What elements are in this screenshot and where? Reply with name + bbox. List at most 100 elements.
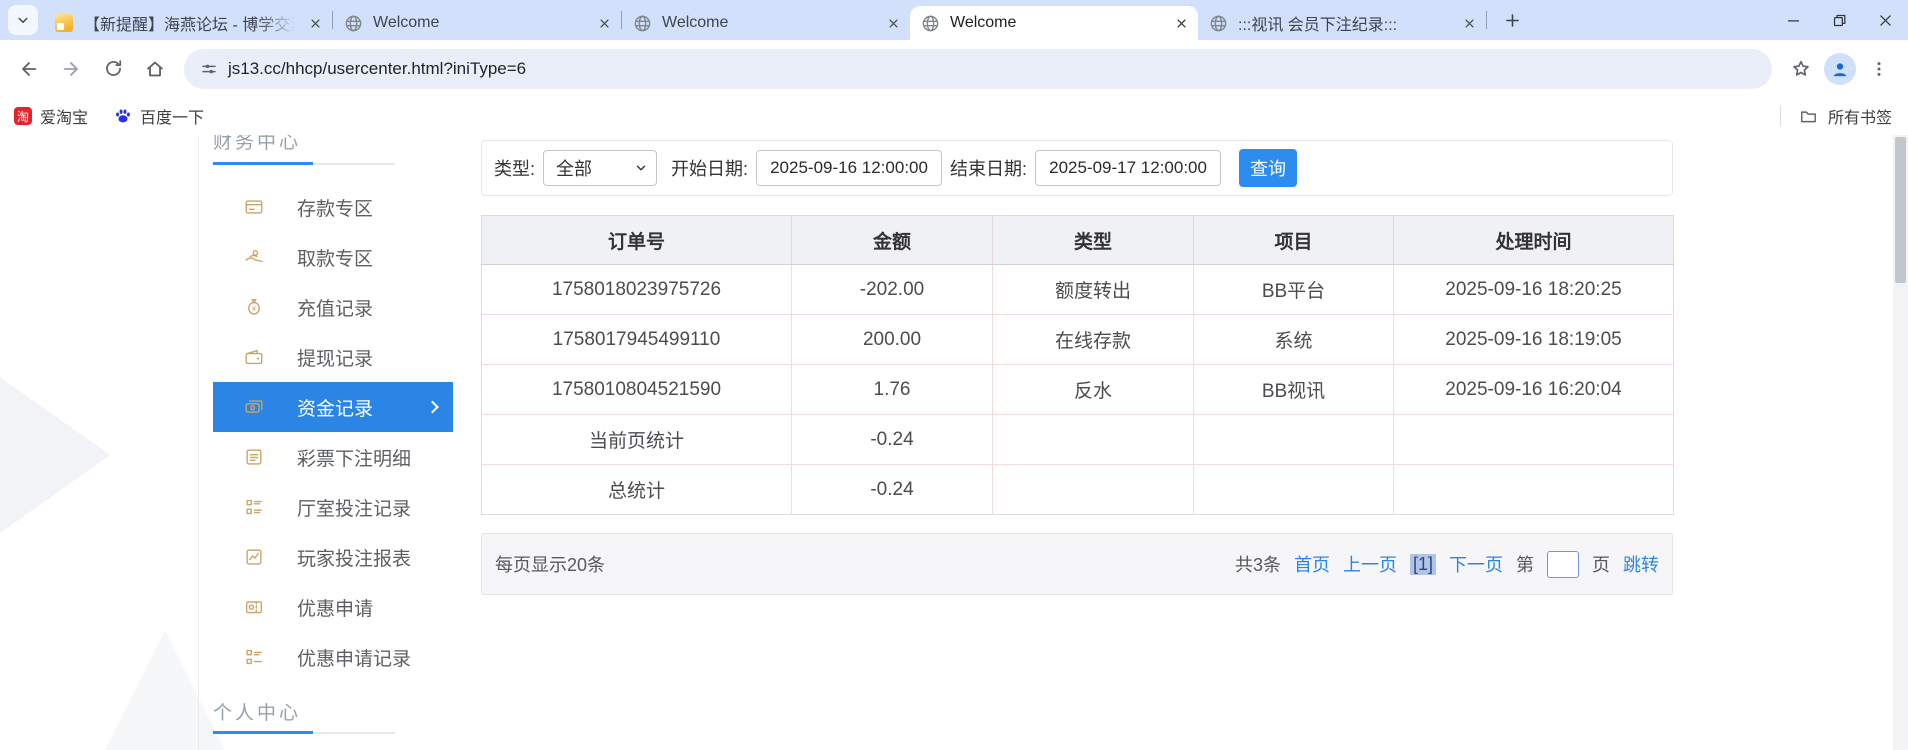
tab-title: Welcome [373, 14, 440, 31]
browser-tab-betting-record[interactable]: :::视讯 会员下注纪录::: [1198, 6, 1486, 40]
sidebar-item-promo-apply[interactable]: 优惠申请 [213, 582, 453, 632]
sidebar-item-label: 存款专区 [297, 198, 374, 220]
main-panel: 类型: 全部 开始日期: 结束日期: 查询 订单号 金 [481, 140, 1674, 595]
arrow-right-icon [60, 58, 82, 80]
sidebar-item-room-bet-record[interactable]: 厅室投注记录 [213, 482, 453, 532]
site-settings-icon[interactable] [200, 60, 218, 78]
tab-close-button[interactable] [1458, 12, 1480, 34]
sidebar-item-deposit[interactable]: 存款专区 [213, 182, 453, 232]
jump-button[interactable]: 跳转 [1623, 551, 1659, 577]
section-underline [213, 162, 395, 165]
bookmark-baidu[interactable]: 百度一下 [114, 104, 204, 128]
browser-window: 【新提醒】海燕论坛 - 博学交流 Welcome Welcome Welcome… [0, 0, 1908, 750]
minimize-button[interactable] [1770, 0, 1816, 40]
sidebar: 财务中心 存款专区 取款专区 ¥ 充值记录 提现记录 资金记录 彩票下注明细 厅… [213, 135, 453, 734]
browser-tab-forum[interactable]: 【新提醒】海燕论坛 - 博学交流 [44, 6, 332, 40]
star-icon [1790, 58, 1812, 80]
sidebar-item-lottery-bet-details[interactable]: 彩票下注明细 [213, 432, 453, 482]
scrollbar-thumb[interactable] [1895, 137, 1906, 283]
close-window-button[interactable] [1862, 0, 1908, 40]
browser-tab-welcome-1[interactable]: Welcome [333, 6, 621, 40]
three-dots-icon [1869, 59, 1889, 79]
profile-avatar[interactable] [1824, 52, 1856, 85]
globe-icon [1208, 13, 1228, 33]
all-bookmarks-label: 所有书签 [1827, 110, 1892, 127]
search-button[interactable]: 查询 [1239, 149, 1298, 187]
type-label: 类型: [494, 159, 536, 179]
browser-tab-welcome-2[interactable]: Welcome [622, 6, 910, 40]
sidebar-item-withdraw[interactable]: 取款专区 [213, 232, 453, 282]
chart-icon [243, 546, 265, 568]
baidu-paw-icon [114, 107, 132, 125]
cell-type: 在线存款 [992, 314, 1194, 365]
forum-favicon-icon [54, 13, 74, 33]
table-header-row: 订单号 金额 类型 项目 处理时间 [481, 215, 1674, 265]
prev-page-link[interactable]: 上一页 [1343, 551, 1397, 577]
forward-button[interactable] [52, 50, 90, 88]
cell-empty [992, 464, 1194, 515]
browser-menu-button[interactable] [1860, 50, 1898, 88]
cell-order-no: 1758010804521590 [481, 364, 792, 415]
money-bag-icon: ¥ [243, 296, 265, 318]
watermark-shape [0, 345, 110, 565]
type-select[interactable]: 全部 [543, 150, 658, 186]
cell-empty [992, 414, 1194, 465]
sidebar-item-label: 厅室投注记录 [297, 498, 412, 520]
coupon-icon [243, 596, 265, 618]
jump-suffix-label: 页 [1592, 555, 1610, 575]
home-button[interactable] [136, 50, 174, 88]
sidebar-item-withdrawal-record[interactable]: 提现记录 [213, 332, 453, 382]
scrollbar-track[interactable] [1893, 135, 1908, 750]
all-bookmarks[interactable]: 所有书签 [1779, 104, 1892, 128]
globe-icon [920, 13, 940, 33]
back-button[interactable] [10, 50, 48, 88]
cell-amount: 200.00 [791, 314, 993, 365]
total-count-text: 共3条 [1234, 555, 1281, 575]
globe-icon [632, 13, 652, 33]
tab-close-button[interactable] [1170, 12, 1192, 34]
tab-close-button[interactable] [882, 12, 904, 34]
first-page-link[interactable]: 首页 [1294, 551, 1330, 577]
bookmarks-divider [1779, 106, 1781, 126]
sidebar-item-promo-apply-record[interactable]: 优惠申请记录 [213, 632, 453, 682]
cell-empty [1193, 414, 1394, 465]
tab-title: 【新提醒】海燕论坛 - 博学交流 [84, 17, 300, 34]
chevron-down-icon [14, 11, 32, 29]
table-row-grand-total: 总统计 -0.24 [481, 464, 1674, 515]
tab-search-button[interactable] [8, 5, 38, 35]
end-date-label: 结束日期: [950, 159, 1028, 179]
table-row-page-total: 当前页统计 -0.24 [481, 414, 1674, 465]
restore-button[interactable] [1816, 0, 1862, 40]
cell-time: 2025-09-16 18:20:25 [1393, 264, 1674, 315]
address-bar[interactable]: js13.cc/hhcp/usercenter.html?iniType=6 [184, 48, 1772, 89]
end-date-input[interactable] [1035, 150, 1222, 186]
sidebar-item-label: 充值记录 [297, 298, 374, 320]
person-icon [1830, 59, 1850, 79]
wallet-icon [243, 346, 265, 368]
cell-project: BB平台 [1193, 264, 1394, 315]
sidebar-section-personal: 个人中心 [213, 698, 453, 734]
bookmark-taobao[interactable]: 淘 爱淘宝 [14, 104, 88, 128]
new-tab-button[interactable] [1497, 5, 1527, 35]
sidebar-item-funds-record[interactable]: 资金记录 [213, 382, 453, 432]
tab-title: Welcome [950, 14, 1017, 31]
sidebar-item-player-bet-report[interactable]: 玩家投注报表 [213, 532, 453, 582]
cell-empty [1193, 464, 1394, 515]
bookmark-star-button[interactable] [1782, 50, 1820, 88]
start-date-input[interactable] [756, 150, 943, 186]
page-content: 财务中心 存款专区 取款专区 ¥ 充值记录 提现记录 资金记录 彩票下注明细 厅… [0, 135, 1908, 750]
tab-close-button[interactable] [593, 12, 615, 34]
next-page-link[interactable]: 下一页 [1449, 551, 1503, 577]
section-title: 财务中心 [213, 135, 302, 153]
browser-tab-welcome-active[interactable]: Welcome [910, 6, 1198, 40]
cell-amount: 1.76 [791, 364, 993, 415]
start-date-label: 开始日期: [671, 159, 749, 179]
reload-button[interactable] [94, 50, 132, 88]
jump-page-input[interactable] [1547, 550, 1579, 578]
tab-close-button[interactable] [304, 12, 326, 34]
url-text: js13.cc/hhcp/usercenter.html?iniType=6 [228, 58, 527, 78]
sidebar-item-recharge-record[interactable]: ¥ 充值记录 [213, 282, 453, 332]
pagination-controls: 共3条 首页 上一页 [1] 下一页 第 页 跳转 [1234, 550, 1659, 578]
window-controls [1770, 0, 1908, 40]
sidebar-menu: 存款专区 取款专区 ¥ 充值记录 提现记录 资金记录 彩票下注明细 厅室投注记录… [213, 182, 453, 682]
